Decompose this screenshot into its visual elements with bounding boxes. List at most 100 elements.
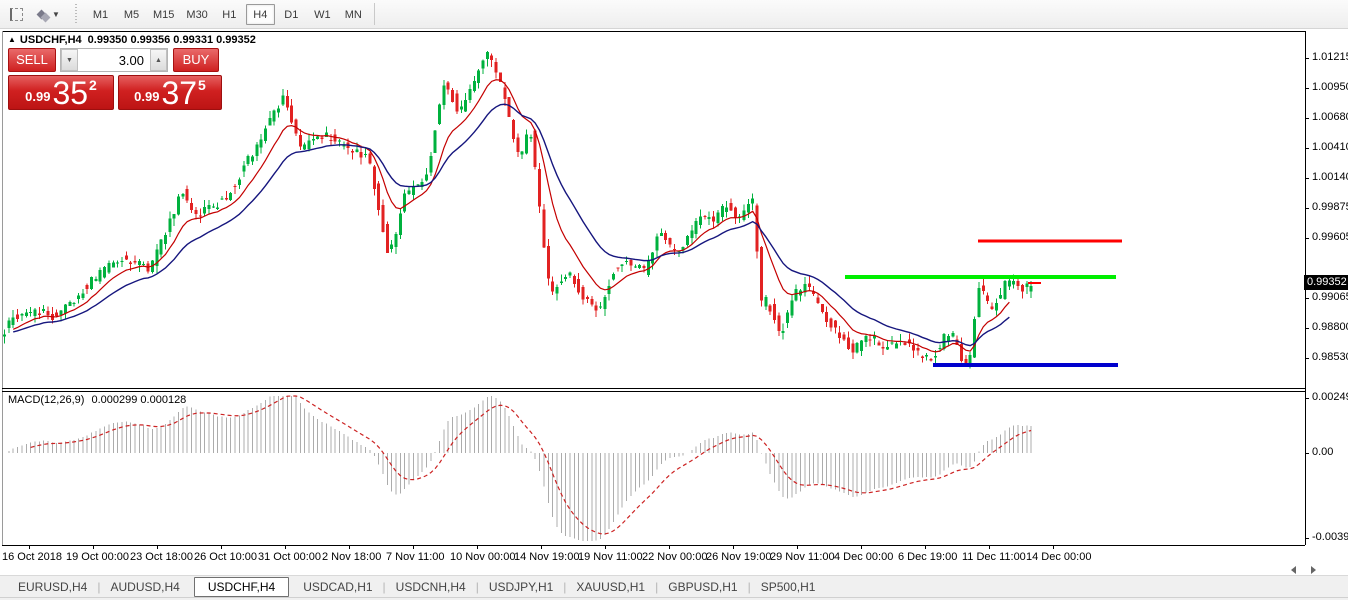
volume-decrease-button[interactable]: ▼ [61,49,78,71]
timeframe-toolbar: M1M5M15M30H1H4D1W1MN [85,4,369,25]
macd-tick-label: 0.00 [1312,446,1333,458]
chart-top-border [2,31,1305,32]
price-tick-label-tick [1305,358,1309,359]
macd-name: MACD(12,26,9) [8,394,84,406]
price-tick-label-tick [1305,148,1309,149]
volume-input[interactable] [78,49,150,71]
timeframe-button-h4[interactable]: H4 [246,4,275,25]
sell-price-base: 0.99 [25,89,50,104]
macd-tick-label-tick [1305,398,1309,399]
time-tick-label: 7 Nov 11:00 [386,551,445,563]
pane-divider-bottom[interactable] [2,391,1305,392]
tab-usdcnh[interactable]: USDCNH,H4 [386,578,476,596]
time-tick [349,545,350,549]
price-tick-label: 1.00140 [1312,171,1348,183]
price-tick-label-tick [1305,178,1309,179]
timeframe-button-m15[interactable]: M15 [148,4,179,25]
chart-tab-bar: EURUSD,H4|AUDUSD,H4USDCHF,H4USDCAD,H1|US… [0,575,1348,597]
time-tick [477,545,478,549]
trading-terminal-window: ▼ M1M5M15M30H1H4D1W1MN ▲USDCHF,H40.99350… [0,0,1348,600]
price-tick-label: 1.00680 [1312,111,1348,123]
time-tick [1053,545,1054,549]
tab-audusd[interactable]: AUDUSD,H4 [100,578,189,596]
buy-price-base: 0.99 [134,89,159,104]
sell-price-pip: 2 [89,77,97,93]
volume-increase-button[interactable]: ▲ [150,49,167,71]
price-tick-label-tick [1305,58,1309,59]
timeframe-button-m5[interactable]: M5 [117,4,146,25]
pane-divider-top[interactable] [2,388,1305,389]
timeframe-button-m1[interactable]: M1 [86,4,115,25]
chart-left-border [2,31,3,545]
time-tick [157,545,158,549]
buy-price-button[interactable]: 0.99 37 5 [118,75,222,110]
scroll-right-icon[interactable] [1311,566,1316,574]
price-tick-label: 0.99065 [1312,291,1348,303]
time-tick [925,545,926,549]
timeframe-button-m30[interactable]: M30 [181,4,212,25]
macd-values: 0.000299 0.000128 [91,394,186,406]
tab-usdcad[interactable]: USDCAD,H1 [293,578,382,596]
toolbar-grip [74,4,79,24]
tab-usdchf[interactable]: USDCHF,H4 [194,577,289,597]
chart-shift-icon[interactable] [4,3,28,25]
toolbar-separator [374,3,375,25]
scroll-left-icon[interactable] [1291,566,1296,574]
price-tick-label: 1.01215 [1312,51,1348,63]
timeframe-button-w1[interactable]: W1 [308,4,337,25]
price-tick-label: 0.98530 [1312,351,1348,363]
time-tick-label: 19 Nov 11:00 [578,551,643,563]
time-tick-label: 14 Dec 00:00 [1026,551,1091,563]
price-tick-label-tick [1305,88,1309,89]
tab-gbpusd[interactable]: GBPUSD,H1 [658,578,747,596]
tab-eurusd[interactable]: EURUSD,H4 [8,578,97,596]
tile-windows-icon[interactable]: ▼ [32,3,66,25]
buy-button[interactable]: BUY [173,48,219,72]
price-tick-label: 0.99875 [1312,201,1348,213]
time-tick [861,545,862,549]
timeframe-button-mn[interactable]: MN [339,4,368,25]
time-tick [285,545,286,549]
price-tick-label-tick [1305,238,1309,239]
time-tick-label: 10 Nov 00:00 [450,551,515,563]
current-price-marker: 0.99352 [1304,275,1348,290]
resistance-line[interactable] [978,240,1122,243]
time-tick [605,545,606,549]
tab-sp500[interactable]: SP500,H1 [751,578,826,596]
time-tick-label: 11 Dec 11:00 [962,551,1026,563]
time-tick-label: 31 Oct 00:00 [258,551,321,563]
ohlc-values: 0.99350 0.99356 0.99331 0.99352 [88,34,256,46]
price-tick-label: 0.98800 [1312,321,1348,333]
sell-button[interactable]: SELL [8,48,56,72]
price-tick-label-tick [1305,118,1309,119]
timeframe-button-h1[interactable]: H1 [215,4,244,25]
buy-price-pip: 5 [198,77,206,93]
time-tick-label: 2 Nov 18:00 [322,551,381,563]
breakout-line[interactable] [845,275,1116,279]
price-tick-label-tick [1305,328,1309,329]
time-tick-label: 22 Nov 00:00 [642,551,707,563]
time-tick [541,545,542,549]
tab-usdjpy[interactable]: USDJPY,H1 [479,578,563,596]
time-axis-border [2,545,1305,546]
time-tick-label: 29 Nov 11:00 [770,551,835,563]
one-click-trading-panel: SELL ▼ ▲ BUY 0.99 35 2 0.99 37 5 [8,48,222,110]
time-tick [989,545,990,549]
macd-indicator-label: MACD(12,26,9) 0.000299 0.000128 [8,394,186,406]
time-tick-label: 23 Oct 18:00 [130,551,193,563]
sell-price-button[interactable]: 0.99 35 2 [8,75,114,110]
time-tick-label: 6 Dec 19:00 [898,551,957,563]
time-tick-label: 19 Oct 00:00 [66,551,129,563]
timeframe-button-d1[interactable]: D1 [277,4,306,25]
time-tick-label: 4 Dec 00:00 [834,551,893,563]
price-tick-label-tick [1305,298,1309,299]
macd-tick-label-tick [1305,538,1309,539]
expand-triangle-icon[interactable]: ▲ [8,35,16,44]
chevron-down-icon: ▼ [52,10,60,19]
macd-tick-label: 0.002492 [1312,391,1348,403]
time-tick [797,545,798,549]
chart-title: ▲USDCHF,H40.99350 0.99356 0.99331 0.9935… [8,34,256,46]
support-line[interactable] [933,363,1118,367]
time-tick-label: 16 Oct 2018 [2,551,62,563]
tab-xauusd[interactable]: XAUUSD,H1 [566,578,655,596]
